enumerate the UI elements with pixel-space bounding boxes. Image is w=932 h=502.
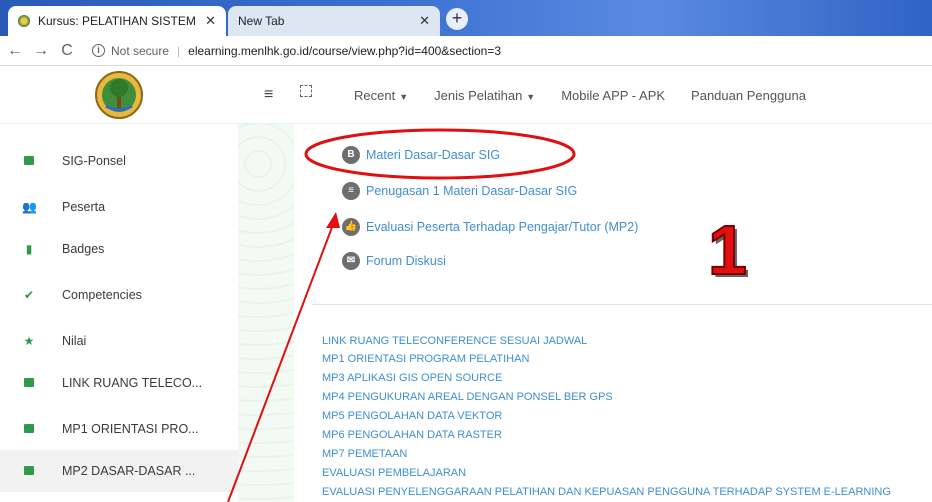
forum-icon: ✉ [342,252,360,270]
sidebar-item-mp2[interactable]: MP2 DASAR-DASAR ... [0,450,238,492]
activity-forum[interactable]: ✉ Forum Diskusi [342,252,446,270]
browser-tab-strip: Kursus: PELATIHAN SISTEM INFO ✕ New Tab … [0,0,932,36]
sidebar-item-label: Peserta [62,200,106,214]
star-icon: ★ [23,334,35,348]
sidebar-item-sig-ponsel[interactable]: SIG-Ponsel [0,140,238,182]
section-link[interactable]: MP5 PENGOLAHAN DATA VEKTOR [322,410,502,422]
section-link[interactable]: MP6 PENGOLAHAN DATA RASTER [322,429,502,441]
sidebar-item-label: SIG-Ponsel [62,154,126,168]
new-tab-button[interactable]: + [446,8,468,30]
section-link[interactable]: MP3 APLIKASI GIS OPEN SOURCE [322,372,502,384]
activity-materi[interactable]: B Materi Dasar-Dasar SIG [342,146,500,164]
users-icon: 👥 [22,200,37,214]
activity-label: Penugasan 1 Materi Dasar-Dasar SIG [366,184,578,198]
check-circle-icon: ✔ [23,288,35,302]
folder-icon [22,376,36,390]
site-navbar: ≡ Recent ▼ Jenis Pelatihan ▼ Mobile APP - … [0,66,932,124]
sidebar-item-mp1[interactable]: MP1 ORIENTASI PRO... [0,408,238,450]
tab-new-tab[interactable]: New Tab ✕ [228,6,440,36]
assignment-icon: ≡ [342,182,360,200]
sidebar-item-competencies[interactable]: ✔ Competencies [0,274,238,316]
info-icon[interactable]: i [92,44,105,57]
chevron-down-icon: ▼ [526,92,536,102]
address-bar: ← → C i Not secure | elearning.menlhk.go… [0,36,932,66]
section-link[interactable]: MP1 ORIENTASI PROGRAM PELATIHAN [322,353,529,365]
reload-icon[interactable]: C [56,42,78,60]
fullscreen-icon[interactable] [300,85,312,97]
decorative-pattern [238,124,294,502]
activity-label: Evaluasi Peserta Terhadap Pengajar/Tutor… [366,220,639,234]
tab-title: New Tab [238,14,285,28]
nav-jenis-label: Jenis Pelatihan [434,88,523,103]
sidebar-item-link-ruang[interactable]: LINK RUANG TELECO... [0,362,238,404]
chevron-down-icon: ▼ [399,92,409,102]
forward-icon[interactable]: → [30,42,52,60]
sidebar-item-label: Nilai [62,334,87,348]
site-favicon-icon [18,15,30,27]
course-content: B Materi Dasar-Dasar SIG ≡ Penugasan 1 M… [294,124,932,502]
nav-mobile-app[interactable]: Mobile APP - APK [561,88,665,103]
dashboard-icon [22,154,36,168]
section-link[interactable]: LINK RUANG TELECONFERENCE SESUAI JADWAL [322,335,587,347]
omnibox[interactable]: i Not secure | elearning.menlhk.go.id/co… [92,44,501,58]
activity-penugasan[interactable]: ≡ Penugasan 1 Materi Dasar-Dasar SIG [342,182,577,200]
sidebar-item-badges[interactable]: ▮ Badges [0,228,238,270]
sidebar-item-label: Badges [62,242,105,256]
nav-recent-label: Recent [354,88,396,103]
section-link[interactable]: MP7 PEMETAAN [322,448,407,460]
thumbs-up-icon: 👍 [342,218,360,236]
section-link[interactable]: EVALUASI PENYELENGGARAAN PELATIHAN DAN K… [322,486,891,498]
activity-label: Forum Diskusi [366,254,446,268]
tab-title: Kursus: PELATIHAN SISTEM INFO [38,14,199,28]
section-divider [312,304,932,305]
sidebar-item-nilai[interactable]: ★ Nilai [0,320,238,362]
book-icon: B [342,146,360,164]
course-sidebar: SIG-Ponsel 👥 Peserta ▮ Badges ✔ Competen… [0,124,238,502]
sidebar-item-label: Competencies [62,288,142,302]
section-link[interactable]: MP4 PENGUKURAN AREAL DENGAN PONSEL BER G… [322,391,613,403]
section-link[interactable]: EVALUASI PEMBELAJARAN [322,467,466,479]
folder-icon [22,464,36,478]
sidebar-item-label: MP1 ORIENTASI PRO... [62,422,199,436]
step-number-annotation: 1 [707,210,748,290]
activity-label: Materi Dasar-Dasar SIG [366,148,501,162]
security-label: Not secure [111,43,170,58]
sidebar-item-label: LINK RUANG TELECO... [62,376,203,390]
sidebar-item-label: MP2 DASAR-DASAR ... [62,464,196,478]
folder-icon [22,422,36,436]
omnibox-separator: | [177,43,181,58]
klhk-logo[interactable] [94,70,144,120]
hamburger-menu-icon[interactable]: ≡ [264,86,273,104]
tab-kursus[interactable]: Kursus: PELATIHAN SISTEM INFO ✕ [8,6,226,36]
bookmark-icon: ▮ [25,242,33,256]
nav-jenis-pelatihan[interactable]: Jenis Pelatihan ▼ [434,88,535,103]
sidebar-item-peserta[interactable]: 👥 Peserta [0,186,238,228]
activity-evaluasi[interactable]: 👍 Evaluasi Peserta Terhadap Pengajar/Tut… [342,218,638,236]
close-tab-icon[interactable]: ✕ [205,13,216,29]
nav-recent[interactable]: Recent ▼ [354,88,408,103]
url-text[interactable]: elearning.menlhk.go.id/course/view.php?i… [188,44,501,58]
back-icon[interactable]: ← [4,42,26,60]
close-tab-icon[interactable]: ✕ [419,13,430,29]
nav-panduan[interactable]: Panduan Pengguna [691,88,806,103]
